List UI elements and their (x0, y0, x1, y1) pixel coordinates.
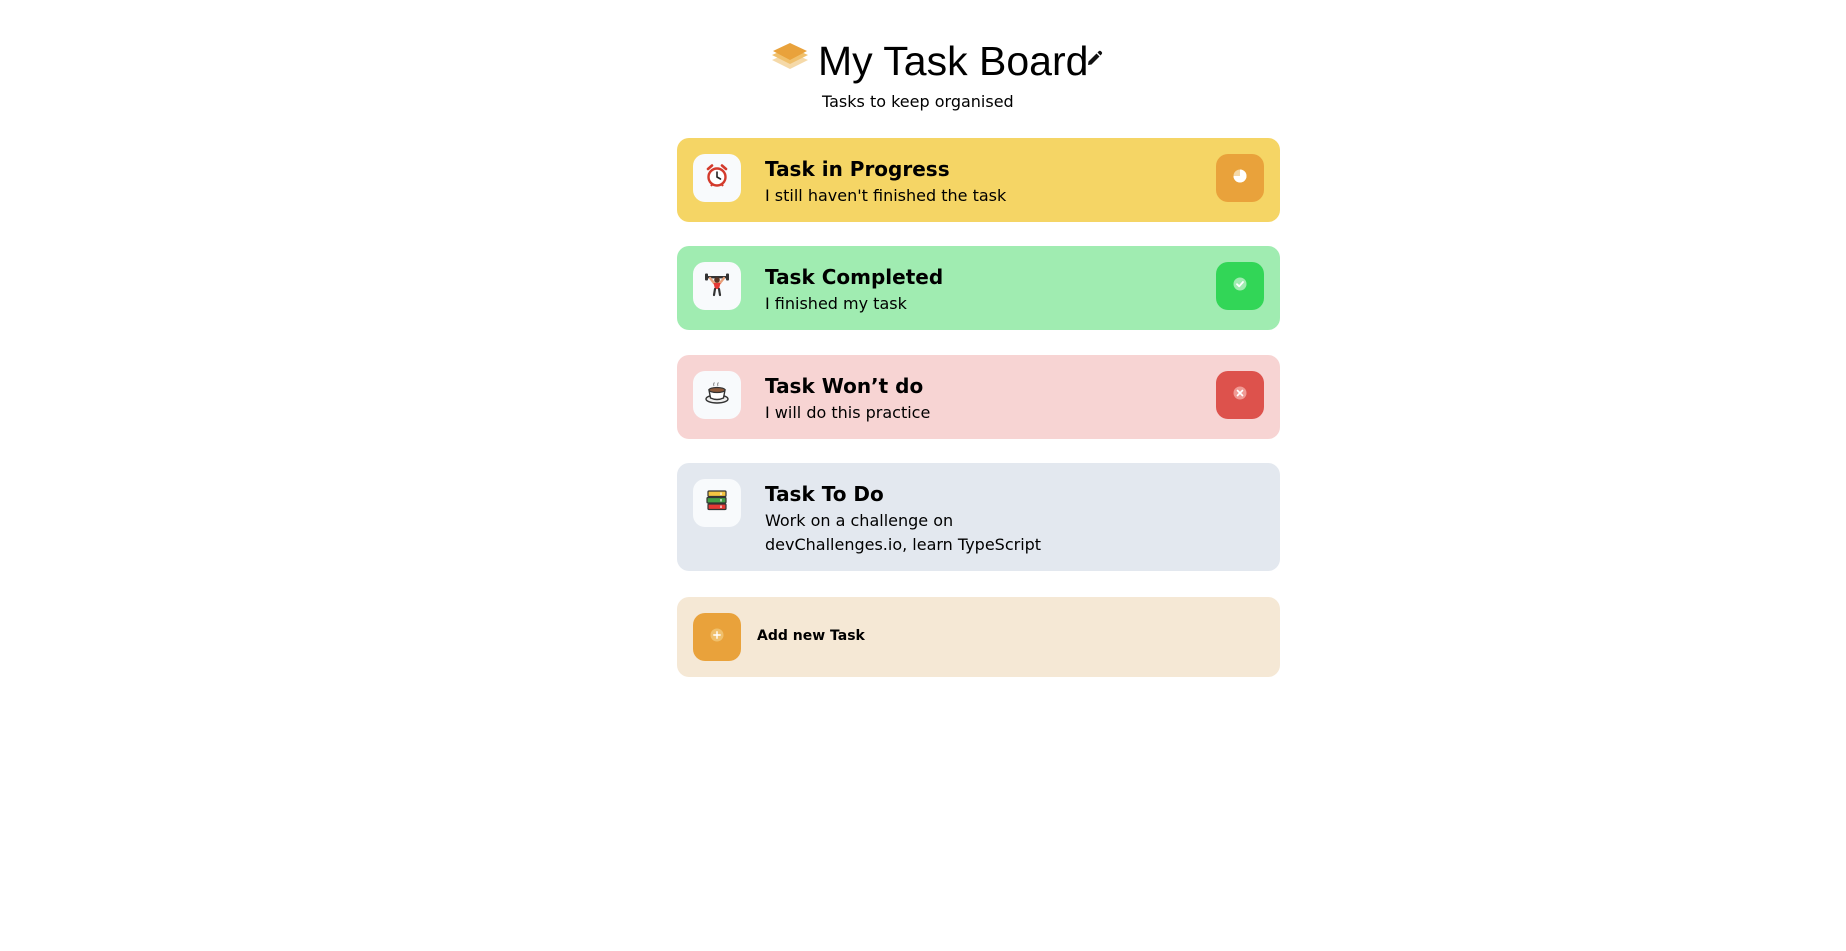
status-badge-wont-do (1216, 371, 1264, 419)
add-task-icon-box (693, 613, 741, 661)
stacked-layers-icon (770, 42, 810, 78)
task-description: I finished my task (765, 294, 907, 313)
task-icon-box (693, 154, 741, 202)
task-icon-box (693, 479, 741, 527)
task-title: Task in Progress (765, 157, 950, 181)
add-task-label: Add new Task (757, 628, 865, 644)
status-badge-in-progress (1216, 154, 1264, 202)
alarm-clock-icon (704, 163, 730, 193)
task-board-page: My Task Board Tasks to keep organised Ta… (0, 0, 1846, 951)
close-icon (1232, 385, 1248, 405)
add-task-button[interactable]: Add new Task (677, 597, 1280, 677)
task-title: Task Completed (765, 265, 944, 289)
task-title: Task To Do (765, 482, 884, 506)
task-description: Work on a challenge on devChallenges.io,… (765, 511, 1042, 554)
page-subtitle: Tasks to keep organised (822, 92, 1014, 111)
weight-lifter-icon (704, 271, 730, 301)
time-progress-icon (1232, 168, 1248, 188)
task-description: I still haven't finished the task (765, 186, 1007, 205)
pencil-icon[interactable] (1084, 49, 1104, 69)
task-card-to-do[interactable]: Task To Do Work on a challenge on devCha… (677, 463, 1280, 571)
task-title: Task Won’t do (765, 374, 924, 398)
task-card-completed[interactable]: Task Completed I finished my task (677, 246, 1280, 330)
task-card-wont-do[interactable]: Task Won’t do I will do this practice (677, 355, 1280, 439)
task-icon-box (693, 262, 741, 310)
task-card-in-progress[interactable]: Task in Progress I still haven't finishe… (677, 138, 1280, 222)
coffee-cup-icon (704, 380, 730, 410)
task-description: I will do this practice (765, 403, 931, 422)
books-icon (704, 488, 730, 518)
check-icon (1232, 276, 1248, 296)
task-icon-box (693, 371, 741, 419)
status-badge-completed (1216, 262, 1264, 310)
page-title: My Task Board (818, 38, 1089, 84)
plus-icon (709, 627, 725, 647)
